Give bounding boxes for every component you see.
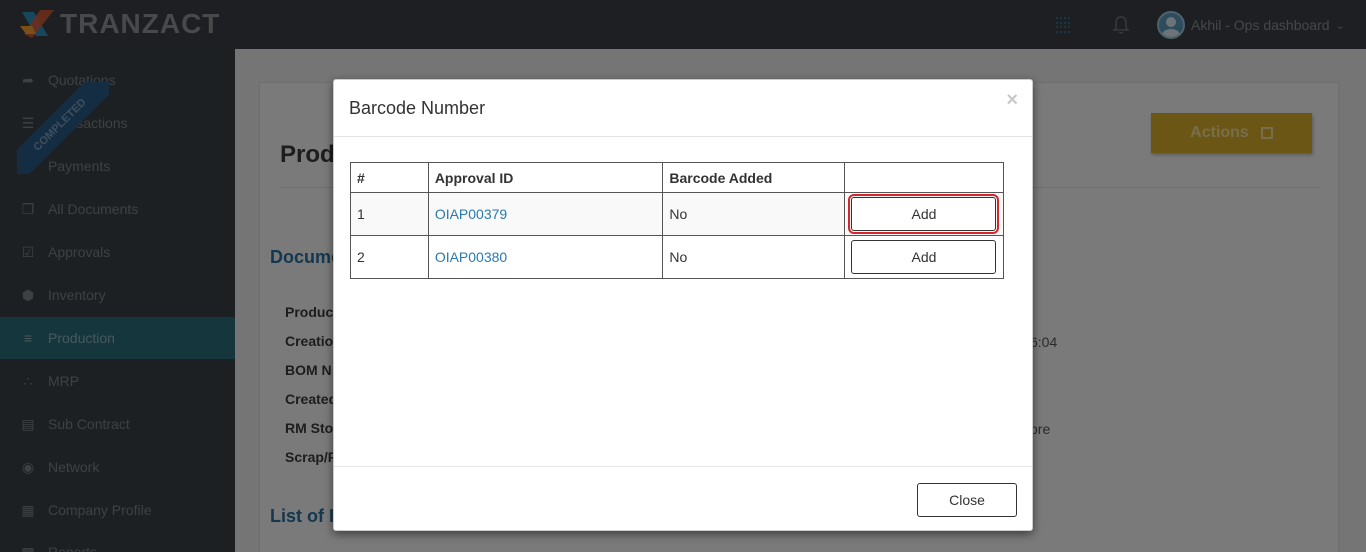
table-row: 2 OIAP00380 No Add [350,235,1005,279]
add-barcode-button[interactable]: Add [851,240,997,274]
barcode-modal: Barcode Number × # Approval ID Barcode A… [333,79,1033,531]
approval-id-link[interactable]: OIAP00380 [435,249,507,265]
modal-title: Barcode Number [349,98,486,118]
barcode-added-value: No [662,192,845,236]
column-header-number: # [350,162,429,193]
barcode-table: # Approval ID Barcode Added 1 OIAP00379 … [350,162,1005,279]
modal-footer: Close [334,466,1032,531]
column-header-approval-id: Approval ID [427,162,664,193]
row-number: 2 [350,235,429,279]
column-header-barcode-added: Barcode Added [662,162,845,193]
close-button[interactable]: Close [917,483,1017,517]
add-barcode-button[interactable]: Add [848,194,1000,234]
column-header-action [843,162,1005,193]
barcode-added-value: No [662,235,845,279]
approval-id-link[interactable]: OIAP00379 [435,206,507,222]
table-row: 1 OIAP00379 No Add [350,192,1005,236]
modal-header: Barcode Number × [334,80,1032,137]
table-header-row: # Approval ID Barcode Added [350,162,1005,193]
row-number: 1 [350,192,429,236]
close-icon[interactable]: × [1006,90,1018,110]
modal-body: # Approval ID Barcode Added 1 OIAP00379 … [350,162,1005,279]
